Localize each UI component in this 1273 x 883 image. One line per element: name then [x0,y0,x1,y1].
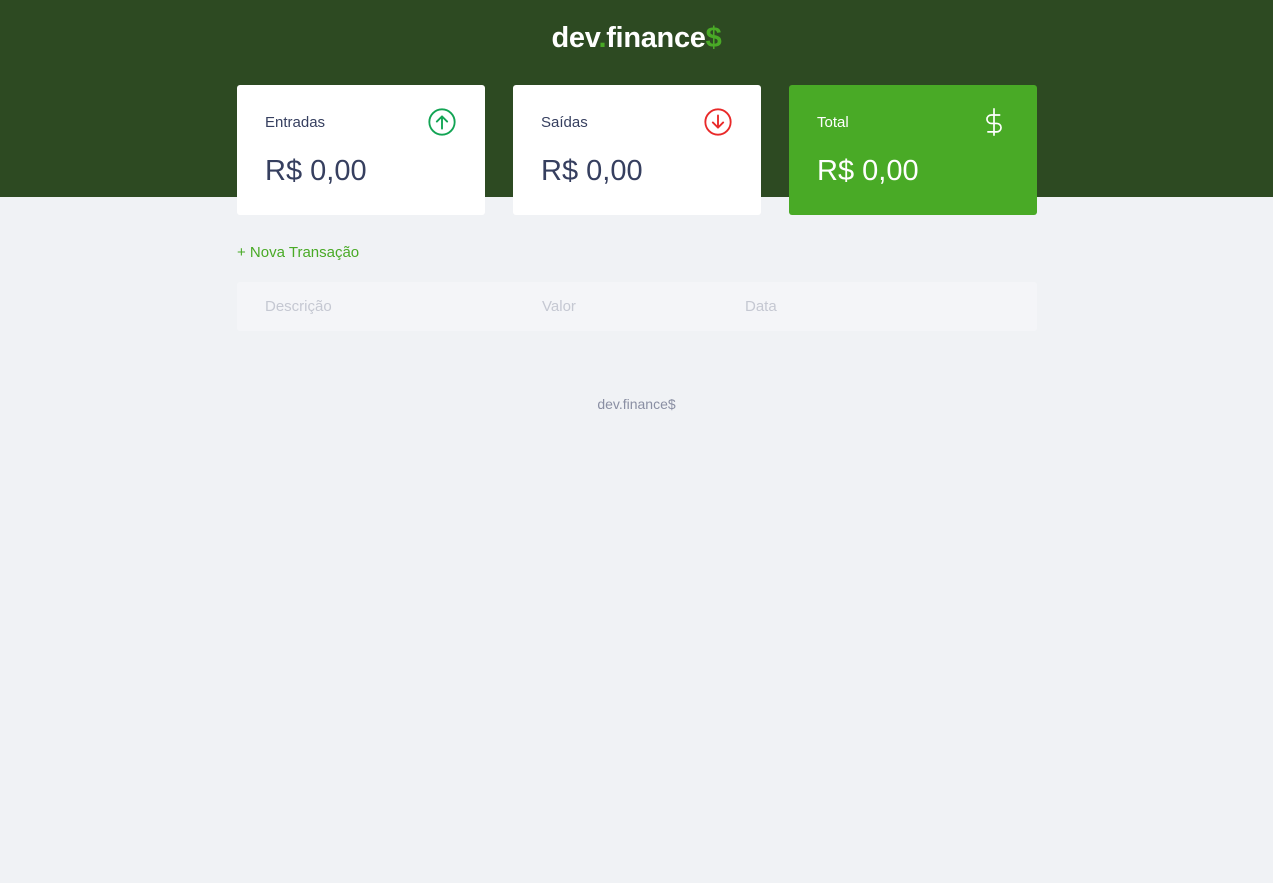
column-header-value: Valor [542,298,576,315]
app-logo: dev.finance$ [0,22,1273,55]
expense-label: Saídas [541,114,588,131]
arrow-down-circle-icon [704,108,732,136]
column-header-description: Descrição [265,298,332,315]
logo-text-dev: dev [551,22,599,54]
income-value: R$ 0,00 [265,155,367,187]
logo-text-finance: finance [606,22,706,54]
total-card: Total R$ 0,00 [789,85,1037,215]
expense-card: Saídas R$ 0,00 [513,85,761,215]
footer-text: dev.finance$ [597,396,676,412]
total-label: Total [817,114,849,131]
logo-dollar: $ [705,22,722,54]
new-transaction-button[interactable]: + Nova Transação [237,244,359,261]
transactions-table-header: Descrição Valor Data [237,282,1037,331]
dollar-sign-icon [986,108,1002,136]
arrow-up-circle-icon [428,108,456,136]
income-label: Entradas [265,114,326,131]
income-card: Entradas R$ 0,00 [237,85,485,215]
total-value: R$ 0,00 [817,155,919,187]
footer: dev.finance$ [0,396,1273,412]
column-header-date: Data [745,298,777,315]
expense-value: R$ 0,00 [541,155,643,187]
